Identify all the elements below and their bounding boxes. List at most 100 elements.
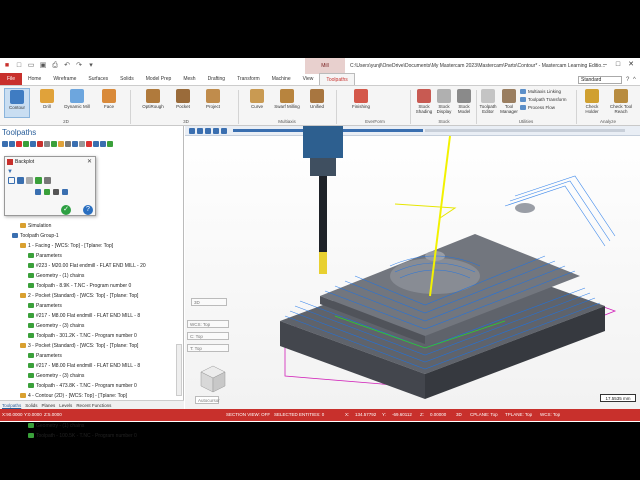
check-tool-reach-button[interactable]: Check Tool Reach (606, 88, 636, 118)
delete-icon[interactable] (65, 141, 71, 147)
view-dropdown[interactable]: 3D (191, 298, 227, 306)
tab-toolpaths-manager[interactable]: Toolpaths (2, 401, 21, 409)
display-entity-icon[interactable] (35, 177, 42, 184)
ribbon-collapse-icon[interactable]: ^ (633, 76, 639, 84)
tab-solids-manager[interactable]: Solids (25, 401, 37, 409)
help-icon[interactable]: ? (626, 76, 632, 84)
lock-icon[interactable] (72, 141, 78, 147)
x-coord-value[interactable]: 134.57792 (355, 409, 376, 421)
help-dialog-icon[interactable] (62, 189, 68, 195)
quick-access-dropdown-icon[interactable]: ▾ (86, 61, 96, 71)
cplane-dropdown[interactable]: C: Top (187, 332, 229, 340)
face-button[interactable]: Face (96, 88, 122, 118)
display-tool-icon[interactable] (8, 177, 15, 184)
multiaxis-linking-button[interactable]: Multiaxis Linking (520, 88, 561, 95)
standard-select[interactable]: Standard (578, 76, 622, 84)
display-endpoints-icon[interactable] (44, 177, 51, 184)
tree-item[interactable]: Geometry - (1) chains (28, 272, 84, 281)
show-arrow-icon[interactable] (107, 141, 113, 147)
select-dirty-icon[interactable] (9, 141, 15, 147)
z-coord-value[interactable]: 0.00000 (430, 409, 446, 421)
tree-item[interactable]: 1 - Facing - [WCS: Top] - [Tplane: Top] (20, 242, 113, 251)
tree-item[interactable]: Parameters (28, 352, 62, 361)
contour-button[interactable]: Contour (4, 88, 30, 118)
tab-transform[interactable]: Transform (231, 73, 266, 85)
tab-levels-manager[interactable]: Levels (59, 401, 72, 409)
tplane-status[interactable]: TPLANE: Top (505, 409, 532, 421)
tab-planes-manager[interactable]: Planes (42, 401, 56, 409)
ok-icon[interactable]: ✓ (61, 205, 71, 215)
open-icon[interactable]: ▭ (26, 61, 36, 71)
toolpath-transform-button[interactable]: Toolpath Transform (520, 96, 567, 103)
tree-item[interactable]: Toolpath Group-1 (12, 232, 59, 241)
tree-item[interactable]: Toolpath - 473.8K - T.NC - Program numbe… (28, 382, 137, 391)
stock-model-button[interactable]: Stock Model (454, 88, 474, 118)
tree-item[interactable]: Simulation (20, 222, 51, 231)
high-feed-icon[interactable] (58, 141, 64, 147)
tplane-dropdown[interactable]: T: Top (187, 344, 229, 352)
curve-button[interactable]: Curve (244, 88, 270, 118)
toggle-posting-icon[interactable] (86, 141, 92, 147)
project-button[interactable]: Project (200, 88, 226, 118)
step-icon[interactable] (44, 189, 50, 195)
optirough-button[interactable]: OptiRough (138, 88, 168, 118)
backplot-icon[interactable] (30, 141, 36, 147)
tab-machine[interactable]: Machine (266, 73, 297, 85)
section-view-toggle[interactable]: SECTION VIEW: OFF (226, 409, 270, 421)
minimize-icon[interactable]: – (600, 60, 610, 70)
tool-manager-button[interactable]: Tool Manager (498, 88, 520, 118)
cplane-status[interactable]: CPLANE: Top (470, 409, 498, 421)
help-icon[interactable]: ? (83, 205, 93, 215)
quick-verify-icon[interactable] (35, 189, 41, 195)
check-holder-button[interactable]: Check Holder (580, 88, 604, 118)
display-holder-icon[interactable] (17, 177, 24, 184)
autocursor-button[interactable]: Autocursor (195, 396, 220, 404)
pocket-3d-button[interactable]: Pocket (170, 88, 196, 118)
print-icon[interactable]: ⎙ (50, 61, 60, 71)
view-cube[interactable] (200, 365, 226, 393)
select-all-icon[interactable] (2, 141, 8, 147)
tab-file[interactable]: File (0, 73, 22, 85)
tree-item[interactable]: Geometry - (3) chains (28, 372, 84, 381)
tab-recent-functions[interactable]: Recent Functions (76, 401, 111, 409)
maximize-icon[interactable]: □ (613, 60, 623, 70)
stock-shading-button[interactable]: Stock Shading (414, 88, 434, 118)
tree-item[interactable]: #217 - M8.00 Flat endmill - FLAT END MIL… (28, 312, 140, 321)
save-icon[interactable]: ▣ (38, 61, 48, 71)
redo-icon[interactable]: ↷ (74, 61, 84, 71)
tree-item[interactable]: Toolpath - 301.2K - T.NC - Program numbe… (28, 332, 137, 341)
tree-item[interactable]: 3 - Pocket (Standard) - [WCS: Top] - [Tp… (20, 342, 138, 351)
finishing-button[interactable]: Finishing (346, 88, 376, 118)
post-icon[interactable] (51, 141, 57, 147)
tree-item[interactable]: Parameters (28, 252, 62, 261)
tab-surfaces[interactable]: Surfaces (82, 73, 114, 85)
drill-button[interactable]: Drill (34, 88, 60, 118)
tree-item[interactable]: Geometry - (1) chains (28, 422, 84, 431)
y-coord-value[interactable]: -69.60112 (392, 409, 412, 421)
tab-drafting[interactable]: Drafting (202, 73, 232, 85)
tab-solids[interactable]: Solids (114, 73, 140, 85)
regenerate-icon[interactable] (16, 141, 22, 147)
expand-icon[interactable]: ▼ (7, 169, 13, 175)
graphics-viewport[interactable]: 3D WCS: Top C: Top T: Top Autocursor (185, 126, 640, 409)
tree-item[interactable]: Toolpath - 8.9K - T.NC - Program number … (28, 282, 131, 291)
process-flow-button[interactable]: Process Flow (520, 104, 555, 111)
tree-item[interactable]: 2 - Pocket (Standard) - [WCS: Top] - [Tp… (20, 292, 138, 301)
dialog-close-icon[interactable]: ✕ (87, 158, 92, 165)
tab-model-prep[interactable]: Model Prep (140, 73, 178, 85)
tree-item[interactable]: Geometry - (3) chains (28, 322, 84, 331)
dynamic-mill-button[interactable]: Dynamic Mill (64, 88, 90, 118)
tree-item[interactable]: #223 - M20.00 Flat endmill - FLAT END MI… (28, 262, 146, 271)
regenerate-dirty-icon[interactable] (23, 141, 29, 147)
tree-item[interactable]: Toolpath - 100.5K - T.NC - Program numbe… (28, 432, 137, 441)
verify-icon[interactable] (37, 141, 43, 147)
toggle-display-icon[interactable] (79, 141, 85, 147)
tab-toolpaths[interactable]: Toolpaths (319, 73, 355, 85)
insert-arrow-up-icon[interactable] (100, 141, 106, 147)
tree-item[interactable]: Parameters (28, 302, 62, 311)
stock-display-button[interactable]: Stock Display (434, 88, 454, 118)
tab-view[interactable]: View (297, 73, 320, 85)
wcs-dropdown[interactable]: WCS: Top (187, 320, 229, 328)
insert-arrow-down-icon[interactable] (93, 141, 99, 147)
display-rapid-icon[interactable] (26, 177, 33, 184)
